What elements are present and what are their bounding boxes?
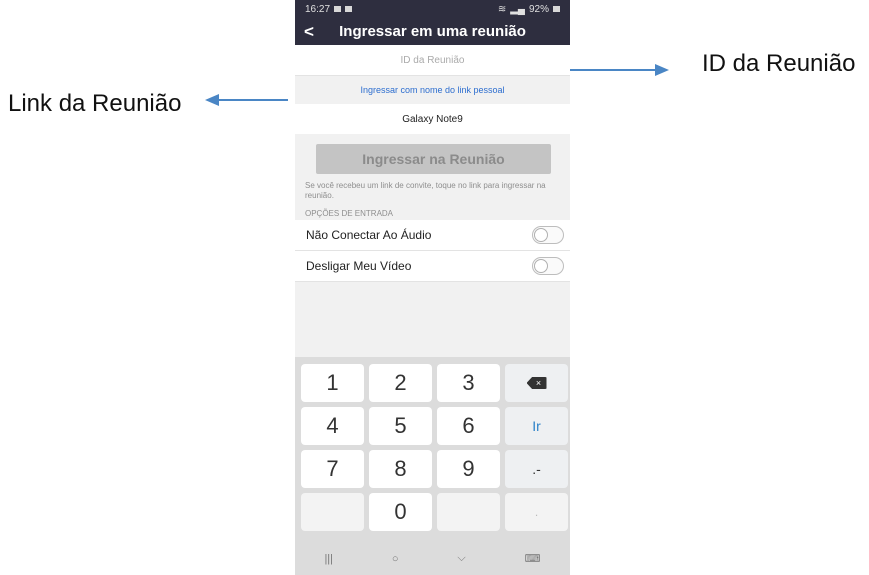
keyboard-icon[interactable]: ⌨ <box>525 552 541 565</box>
blank-key-middle <box>437 493 500 531</box>
key-4[interactable]: 4 <box>301 407 364 445</box>
numeric-keypad: 1 2 3 × 4 5 6 Ir 7 8 9 .- 0 . <box>295 357 570 542</box>
key-8[interactable]: 8 <box>369 450 432 488</box>
key-5[interactable]: 5 <box>369 407 432 445</box>
app-header: < Ingressar em uma reunião <box>295 18 570 45</box>
status-bar: 16:27 ≋ ▂▄ 92% <box>295 0 570 18</box>
phone-screen: 16:27 ≋ ▂▄ 92% < Ingressar em uma reuniã… <box>295 0 570 575</box>
join-options-heading: OPÇÕES DE ENTRADA <box>305 209 394 218</box>
home-icon[interactable]: ○ <box>392 553 399 565</box>
join-meeting-button[interactable]: Ingressar na Reunião <box>316 144 551 174</box>
option-no-audio-label: Não Conectar Ao Áudio <box>306 228 432 242</box>
key-2[interactable]: 2 <box>369 364 432 402</box>
system-navbar: ||| ○ ⌵ ⌨ <box>295 542 570 575</box>
key-7[interactable]: 7 <box>301 450 364 488</box>
arrow-left-head <box>205 94 219 106</box>
battery-icon <box>553 6 560 12</box>
status-time: 16:27 <box>305 3 331 15</box>
message-notification-icon <box>345 6 353 12</box>
battery-level: 92% <box>528 3 549 15</box>
signal-icon: ▂▄ <box>510 3 525 15</box>
annotation-id-label: ID da Reunião <box>702 50 856 77</box>
backspace-icon: × <box>526 377 547 389</box>
key-1[interactable]: 1 <box>301 364 364 402</box>
dot-key[interactable]: . <box>505 493 568 531</box>
display-name-input[interactable]: Galaxy Note9 <box>295 104 570 134</box>
back-chevron-icon[interactable]: < <box>295 18 323 45</box>
option-video-off: Desligar Meu Vídeo <box>295 251 570 282</box>
recents-icon[interactable]: ||| <box>324 553 333 565</box>
annotation-link-label: Link da Reunião <box>8 90 182 117</box>
toggle-knob <box>534 259 548 273</box>
key-0[interactable]: 0 <box>369 493 432 531</box>
key-6[interactable]: 6 <box>437 407 500 445</box>
wifi-icon: ≋ <box>497 3 507 15</box>
go-key[interactable]: Ir <box>505 407 568 445</box>
gallery-notification-icon <box>334 6 342 12</box>
key-3[interactable]: 3 <box>437 364 500 402</box>
option-no-audio: Não Conectar Ao Áudio <box>295 220 570 251</box>
toggle-knob <box>534 228 548 242</box>
personal-link-name-link[interactable]: Ingressar com nome do link pessoal <box>295 76 570 104</box>
arrow-right-line <box>565 69 657 71</box>
arrow-right-head <box>655 64 669 76</box>
no-audio-toggle[interactable] <box>532 226 564 244</box>
symbol-key[interactable]: .- <box>505 450 568 488</box>
back-nav-icon[interactable]: ⌵ <box>457 552 465 565</box>
page-title: Ingressar em uma reunião <box>339 23 526 40</box>
meeting-id-input[interactable]: ID da Reunião <box>295 45 570 76</box>
invite-link-hint: Se você recebeu um link de convite, toqu… <box>305 181 546 200</box>
option-video-off-label: Desligar Meu Vídeo <box>306 259 412 273</box>
arrow-left-line <box>218 99 288 101</box>
video-off-toggle[interactable] <box>532 257 564 275</box>
blank-key-left <box>301 493 364 531</box>
key-9[interactable]: 9 <box>437 450 500 488</box>
backspace-key[interactable]: × <box>505 364 568 402</box>
